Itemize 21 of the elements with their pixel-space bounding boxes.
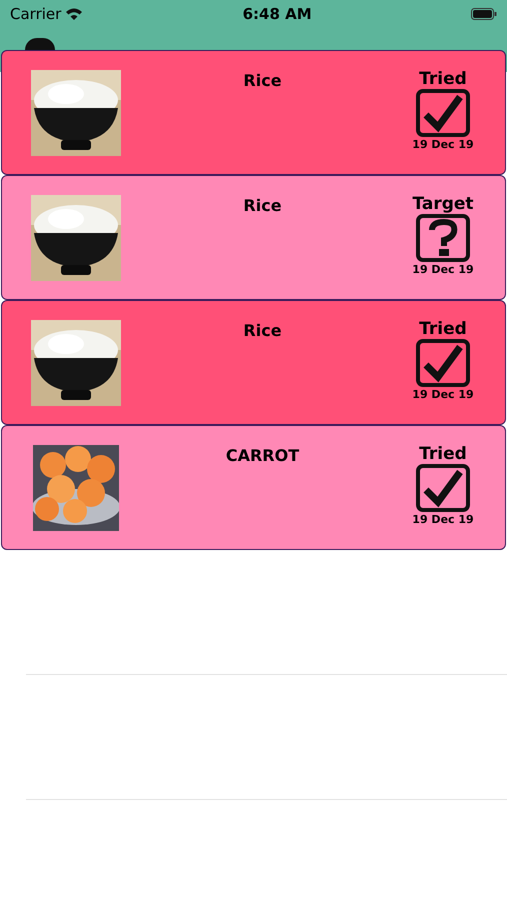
- info-icon[interactable]: [25, 38, 55, 50]
- battery-icon: [470, 8, 497, 20]
- food-name: Rice: [243, 195, 282, 217]
- status-label: Tried: [419, 319, 467, 339]
- status-label: Tried: [419, 444, 467, 464]
- food-card[interactable]: CARROT Tried 19 Dec 19: [1, 425, 506, 550]
- food-card[interactable]: Rice Target 19 Dec 19: [1, 175, 506, 300]
- clock: 6:48 AM: [242, 4, 312, 25]
- date-label: 19 Dec 19: [412, 137, 474, 153]
- food-name: Rice: [243, 70, 282, 92]
- date-label: 19 Dec 19: [412, 262, 474, 278]
- food-name: Rice: [243, 320, 282, 342]
- date-label: 19 Dec 19: [412, 512, 474, 528]
- date-label: 19 Dec 19: [412, 387, 474, 403]
- food-card[interactable]: Rice Tried 19 Dec 19: [1, 300, 506, 425]
- wifi-icon: [65, 7, 84, 21]
- status-label: Target: [412, 194, 474, 214]
- food-name: CARROT: [226, 445, 300, 467]
- carrier-label: Carrier: [10, 4, 62, 25]
- status-label: Tried: [419, 69, 467, 89]
- food-card[interactable]: Rice Tried 19 Dec 19: [1, 50, 506, 175]
